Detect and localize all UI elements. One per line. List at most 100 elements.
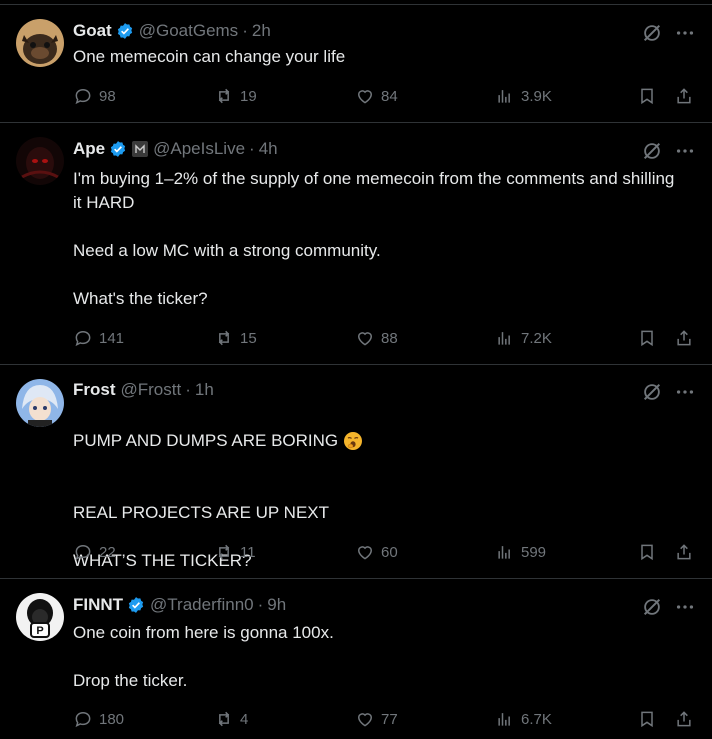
share-button[interactable] — [674, 326, 694, 350]
like-icon — [355, 709, 375, 729]
tweet-header: Frost @Frostt · 1h — [73, 379, 214, 401]
reply-icon — [73, 709, 93, 729]
reply-button[interactable]: 22 — [73, 540, 116, 564]
more-icon[interactable] — [674, 381, 696, 403]
tweet-ape[interactable]: Ape @ApeIsLive · 4h I'm buying 1–2% of t… — [0, 123, 712, 365]
share-icon — [674, 86, 694, 106]
bookmark-icon — [637, 328, 657, 348]
separator-dot: · — [257, 595, 264, 614]
display-name[interactable]: FINNT — [73, 595, 123, 615]
like-count: 88 — [381, 329, 398, 347]
bookmark-icon — [637, 709, 657, 729]
repost-count: 15 — [240, 329, 257, 347]
timestamp[interactable]: 4h — [259, 139, 278, 159]
tweet-goat[interactable]: Goat @GoatGems · 2h One memecoin can cha… — [0, 5, 712, 123]
tweet-actions: 180 4 77 6.7K — [73, 707, 699, 731]
user-handle[interactable]: @ApeIsLive — [153, 139, 245, 159]
affiliate-badge-icon[interactable] — [132, 141, 149, 157]
tweet-text: PUMP AND DUMPS ARE BORING REAL PROJECTS … — [73, 405, 683, 597]
timestamp[interactable]: 2h — [252, 21, 271, 41]
display-name[interactable]: Goat — [73, 21, 112, 41]
bookmark-button[interactable] — [637, 84, 657, 108]
views-icon — [495, 542, 515, 562]
avatar[interactable] — [16, 137, 64, 185]
grok-icon[interactable] — [641, 596, 663, 618]
reply-button[interactable]: 141 — [73, 326, 124, 350]
grok-icon[interactable] — [641, 140, 663, 162]
bookmark-icon — [637, 86, 657, 106]
tweet-text: One memecoin can change your life — [73, 47, 346, 66]
tweet-text: One coin from here is gonna 100x. Drop t… — [73, 623, 334, 690]
reply-button[interactable]: 98 — [73, 84, 116, 108]
views-icon — [495, 86, 515, 106]
tweet-header: Ape @ApeIsLive · 4h — [73, 138, 278, 160]
like-count: 84 — [381, 87, 398, 105]
repost-button[interactable]: 15 — [214, 326, 257, 350]
views-button[interactable]: 7.2K — [495, 326, 552, 350]
repost-button[interactable]: 4 — [214, 707, 248, 731]
timestamp[interactable]: 9h — [267, 595, 286, 615]
user-handle[interactable]: @Traderfinn0 — [150, 595, 254, 615]
separator-dot: · — [242, 21, 248, 40]
views-button[interactable]: 3.9K — [495, 84, 552, 108]
repost-button[interactable]: 11 — [214, 540, 256, 564]
like-icon — [355, 328, 375, 348]
display-name[interactable]: Frost — [73, 380, 116, 400]
reply-count: 180 — [99, 710, 125, 728]
bookmark-button[interactable] — [637, 326, 657, 350]
share-icon — [674, 709, 694, 729]
reply-icon — [73, 328, 93, 348]
user-handle[interactable]: @Frostt — [121, 380, 182, 400]
repost-icon — [214, 542, 234, 562]
more-icon[interactable] — [674, 596, 696, 618]
bookmark-button[interactable] — [637, 707, 657, 731]
like-icon — [355, 86, 375, 106]
like-button[interactable]: 88 — [355, 326, 398, 350]
repost-button[interactable]: 19 — [214, 84, 257, 108]
tweet-header: FINNT @Traderfinn0 · 9h — [73, 594, 286, 616]
repost-count: 11 — [240, 543, 256, 561]
avatar[interactable] — [16, 19, 64, 67]
share-button[interactable] — [674, 707, 694, 731]
views-icon — [495, 709, 515, 729]
display-name[interactable]: Ape — [73, 139, 105, 159]
separator-dot: · — [185, 380, 191, 399]
grok-icon[interactable] — [641, 22, 663, 44]
verified-badge-icon[interactable] — [109, 140, 127, 158]
views-count: 6.7K — [521, 710, 552, 728]
tweet-finnt[interactable]: P FINNT @Traderfinn0 · 9h One coin from … — [0, 579, 712, 739]
verified-badge-icon[interactable] — [116, 22, 134, 40]
reply-icon — [73, 86, 93, 106]
reply-count: 22 — [99, 543, 116, 561]
avatar[interactable] — [16, 379, 64, 427]
tweet-text-line: PUMP AND DUMPS ARE BORING — [73, 431, 339, 450]
svg-text:P: P — [36, 625, 43, 637]
timestamp[interactable]: 1h — [195, 380, 214, 400]
repost-icon — [214, 328, 234, 348]
bookmark-button[interactable] — [637, 540, 657, 564]
tweet-actions: 98 19 84 3.9K — [73, 84, 699, 108]
avatar[interactable]: P — [16, 593, 64, 641]
verified-badge-icon[interactable] — [127, 596, 145, 614]
more-icon[interactable] — [674, 22, 696, 44]
like-button[interactable]: 60 — [355, 540, 398, 564]
like-button[interactable]: 77 — [355, 707, 398, 731]
repost-icon — [214, 709, 234, 729]
like-icon — [355, 542, 375, 562]
tweet-frost[interactable]: Frost @Frostt · 1h PUMP AND DUMPS ARE BO… — [0, 365, 712, 579]
tweet-header: Goat @GoatGems · 2h — [73, 20, 271, 42]
share-icon — [674, 542, 694, 562]
repost-icon — [214, 86, 234, 106]
reply-icon — [73, 542, 93, 562]
user-handle[interactable]: @GoatGems — [139, 21, 238, 41]
reply-button[interactable]: 180 — [73, 707, 124, 731]
views-button[interactable]: 599 — [495, 540, 546, 564]
share-button[interactable] — [674, 540, 694, 564]
share-button[interactable] — [674, 84, 694, 108]
more-icon[interactable] — [674, 140, 696, 162]
grok-icon[interactable] — [641, 381, 663, 403]
views-icon — [495, 328, 515, 348]
bookmark-icon — [637, 542, 657, 562]
like-button[interactable]: 84 — [355, 84, 398, 108]
views-button[interactable]: 6.7K — [495, 707, 552, 731]
